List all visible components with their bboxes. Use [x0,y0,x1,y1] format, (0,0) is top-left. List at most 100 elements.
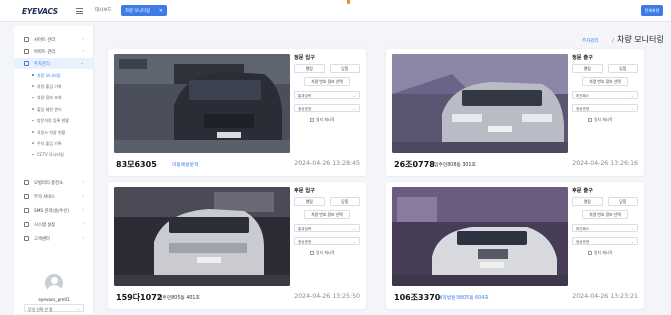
sidebar-item[interactable]: 사이트 관리 › [14,34,94,45]
vehicle-owner-info: 입주민808동 301호 [434,163,476,168]
plate-info-button[interactable]: 차량 번호 정보 선택 [304,210,350,219]
camera-feed[interactable] [392,54,568,153]
camera-card: 후문 입구 열림 닫힘 차량 번호 정보 선택 통과입력 ⌄ 정상운영 ⌄ 일지 재시작 159다… [108,182,366,309]
status-select[interactable]: 정상운영 ⌄ [294,237,360,245]
sidebar-sub-item-label: 주차 출입 기록 [37,140,62,146]
status-select-value: 정상운영 [298,106,312,111]
plate-number: 26조0778 [394,160,435,169]
capture-timestamp: 2024-04-26 13:25:50 [294,293,360,300]
breadcrumb[interactable]: 주차관리 [582,38,599,44]
gate-control-panel: 정문 출구 열림 닫힘 차량 번호 정보 선택 퍼진패스 ⌄ 정상운영 ⌄ 일지 재시작 [572,54,638,123]
sidebar-sub-item[interactable]: 방문차량 등록 현황 [14,116,94,126]
sidebar-item[interactable]: 아파트 관리 › [14,46,94,57]
plate-info-button[interactable]: 차량 번호 정보 선택 [304,77,350,86]
gate-title: 후문 출구 [572,188,593,194]
gate-close-button[interactable]: 닫힘 [607,197,638,206]
restart-checkbox[interactable]: 일지 재시작 [572,250,638,256]
status-select-value: 정상운영 [298,239,312,244]
settings-icon [24,222,29,227]
sidebar-item[interactable]: 모빌리티 충전소 › [14,177,94,188]
gate-open-button[interactable]: 열림 [572,197,603,206]
gate-control-panel: 후문 출구열림 닫힘차량 번호 정보 선택퍼진패스 ⌄ 정상운영 ⌄ 일지 재시작 [572,187,638,256]
mode-select[interactable]: 퍼진패스 ⌄ [572,224,638,232]
sidebar-item[interactable]: 주차관리 ⌄ [14,58,94,69]
sidebar-sub-item-label: CCTV 모니터링 [37,152,64,158]
app-frame: EYEVACS 대시보드 차량 모니터링 × 전체화면 eyevacs_pm01… [0,0,671,315]
fullscreen-button[interactable]: 전체화면 [641,5,663,16]
chevron-right-icon: › [82,193,84,199]
camera-feed[interactable] [114,187,290,286]
status-select[interactable]: 정상운영 ⌄ [572,104,638,112]
sidebar-sub-item[interactable]: 차량 모니터링 [14,70,94,80]
sidebar-sub-item[interactable]: 출입 제한 관리 [14,104,94,114]
status-select[interactable]: 정상운영 ⌄ [294,104,360,112]
status-select[interactable]: 정상운영 ⌄ [572,237,638,245]
restart-checkbox[interactable]: 일지 재시작 [294,250,360,256]
gate-open-button[interactable]: 열림 [294,197,325,206]
camera-feed[interactable] [392,187,568,286]
gate-close-button[interactable]: 닫힘 [329,197,360,206]
sidebar: eyevacs_pm01 무엇 선택 안 함 ⌄ 사이트 관리 › 아파트 관리 › 주… [14,26,94,315]
mode-select[interactable]: 퍼진패스 ⌄ [572,91,638,99]
plate-info-button[interactable]: 차량 번호 정보 선택 [582,77,628,86]
vehicle-owner-info: 입주민805동 401호 [158,296,200,301]
sidebar-item[interactable]: 부가 서비스 › [14,191,94,202]
chevron-right-icon: › [82,36,84,42]
sidebar-item-label: 부가 서비스 [34,195,56,200]
menu-toggle-icon[interactable] [76,8,83,15]
sidebar-item-label: 사이트 관리 [34,38,56,43]
sms-icon [24,208,29,213]
chevron-down-icon: ⌄ [352,225,356,231]
sidebar-item[interactable]: 고객센터 › [14,233,94,244]
gate-close-button[interactable]: 닫힘 [607,64,638,73]
chevron-right-icon: › [82,207,84,213]
checkbox-icon [588,251,592,255]
plate-info-button[interactable]: 차량 번호 정보 선택 [582,210,628,219]
mode-select-value: 퍼진패스 [576,226,590,231]
checkbox-label: 일지 재시작 [316,250,335,255]
sidebar-sub-item[interactable]: 차량 정보 조회 [14,93,94,103]
capture-timestamp: 2024-04-26 13:23:21 [572,293,638,300]
sidebar-item-label: SMS 관리(송/수신) [34,209,70,214]
bullet-icon [32,96,34,99]
avatar[interactable] [45,274,63,292]
sidebar-sub-item-label: 차량스 차량 현황 [37,129,66,135]
mode-select[interactable]: 통과입력 ⌄ [294,224,360,232]
gate-open-button[interactable]: 열림 [572,64,603,73]
tab-dashboard[interactable]: 대시보드 [95,7,112,13]
bullet-icon [32,153,34,156]
sidebar-sub-item[interactable]: 차량스 차량 현황 [14,127,94,137]
bullet-icon [32,142,34,144]
sidebar-sub-item[interactable]: 차량 출입 기록 [14,81,94,91]
plate-number: 83모6305 [116,160,157,169]
gate-open-button[interactable]: 열림 [294,64,325,73]
sidebar-sub-item[interactable]: 주차 출입 기록 [14,138,94,148]
vehicle-owner-info[interactable]: 예약방문객805동 604호 [438,294,489,301]
mode-select[interactable]: 통과입력 ⌄ [294,91,360,99]
sidebar-item-label: 고객센터 [34,237,50,242]
sidebar-item[interactable]: SMS 관리(송/수신) › [14,205,94,216]
sidebar-sub-item-label: 방문차량 등록 현황 [37,118,69,124]
breadcrumb-separator: / [612,37,615,44]
vehicle-owner-info[interactable]: 미등록방문객 [172,161,198,168]
sidebar-sub-item[interactable]: CCTV 모니터링 [14,150,94,160]
sidebar-item[interactable]: 시스템 설정 › [14,219,94,230]
user-select[interactable]: 무엇 선택 안 함 ⌄ [24,304,84,312]
chevron-down-icon: ⌄ [352,238,356,244]
cursor-marker [347,0,350,4]
tab-label: 차량 모니터링 [125,9,151,14]
checkbox-icon [310,118,314,122]
restart-checkbox[interactable]: 일지 재시작 [572,117,638,123]
bullet-icon [32,85,34,87]
tab-vehicle-monitoring[interactable]: 차량 모니터링 × [121,5,167,16]
checkbox-label: 일지 재시작 [316,117,335,122]
charging-icon [24,180,29,185]
close-icon[interactable]: × [159,8,163,14]
restart-checkbox[interactable]: 일지 재시작 [294,117,360,123]
chevron-down-icon: ⌄ [352,105,356,111]
gate-close-button[interactable]: 닫힘 [329,64,360,73]
support-icon [24,236,29,241]
camera-feed[interactable] [114,54,290,153]
app-logo: EYEVACS [22,7,58,16]
capture-timestamp: 2024-04-26 13:26:16 [572,160,638,167]
